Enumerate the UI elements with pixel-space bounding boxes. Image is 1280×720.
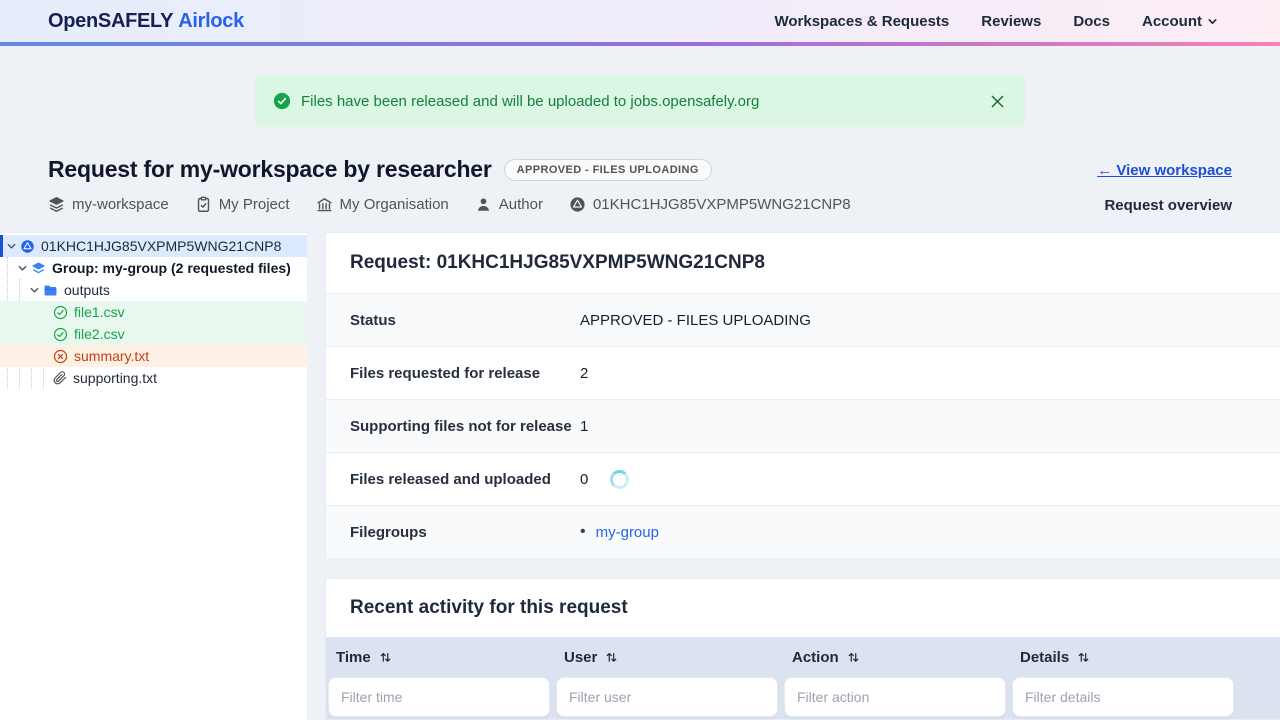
- group-layers-icon: [31, 261, 46, 276]
- tree-item-group-my-group[interactable]: Group: my-group (2 requested files): [0, 257, 307, 279]
- header-gradient-border: [0, 42, 1280, 46]
- filter-details-input[interactable]: [1012, 677, 1234, 717]
- paperclip-icon: [53, 371, 67, 385]
- meta-request-id: 01KHC1HJG85VXPMP5WNG21CNP8: [569, 196, 851, 213]
- activity-heading: Recent activity for this request: [350, 597, 628, 618]
- files-released-value: 0: [580, 470, 589, 488]
- meta-project: My Project: [195, 196, 290, 213]
- airlock-request-icon: [20, 239, 35, 254]
- tree-item-label: outputs: [64, 282, 110, 298]
- column-header-user[interactable]: User: [556, 649, 784, 666]
- user-icon: [475, 196, 492, 213]
- nav-reviews[interactable]: Reviews: [981, 13, 1041, 30]
- chevron-down-icon[interactable]: [29, 285, 40, 296]
- column-header-time[interactable]: Time: [328, 649, 556, 666]
- nav-workspaces-requests[interactable]: Workspaces & Requests: [774, 13, 949, 30]
- page-title: Request for my-workspace by researcher: [48, 156, 492, 182]
- filter-action-input[interactable]: [784, 677, 1006, 717]
- airlock-request-icon: [569, 196, 586, 213]
- success-check-icon: [273, 92, 291, 110]
- recent-activity-panel: Recent activity for this request Time Us…: [325, 578, 1280, 720]
- detail-row-supporting-files: Supporting files not for release 1: [326, 399, 1280, 452]
- request-overview-label: Request overview: [1104, 197, 1232, 214]
- file-tree-sidebar: 01KHC1HJG85VXPMP5WNG21CNP8 Group: my-gro…: [0, 232, 307, 720]
- nav-account-menu[interactable]: Account: [1142, 13, 1218, 30]
- nav-docs[interactable]: Docs: [1073, 13, 1110, 30]
- meta-workspace: my-workspace: [48, 196, 169, 213]
- tree-item-request-root[interactable]: 01KHC1HJG85VXPMP5WNG21CNP8: [0, 235, 307, 257]
- layers-icon: [48, 196, 65, 213]
- list-bullet: •: [580, 523, 586, 540]
- column-header-details[interactable]: Details: [1012, 649, 1240, 666]
- request-details-panel: Request: 01KHC1HJG85VXPMP5WNG21CNP8 Stat…: [325, 232, 1280, 558]
- meta-organisation: My Organisation: [316, 196, 449, 213]
- main-nav: Workspaces & Requests Reviews Docs Accou…: [774, 13, 1218, 30]
- logo-primary: OpenSAFELY: [48, 9, 174, 32]
- chevron-down-icon[interactable]: [6, 241, 17, 252]
- chevron-down-icon: [1207, 16, 1218, 27]
- top-navigation-bar: OpenSAFELY Airlock Workspaces & Requests …: [0, 0, 1280, 46]
- tree-item-label: supporting.txt: [73, 370, 158, 386]
- app-logo[interactable]: OpenSAFELY Airlock: [48, 10, 244, 33]
- sort-arrows-icon: [379, 650, 392, 664]
- tree-item-label: 01KHC1HJG85VXPMP5WNG21CNP8: [41, 238, 282, 254]
- tree-item-label: summary.txt: [74, 348, 150, 364]
- folder-icon: [43, 283, 58, 298]
- sort-arrows-icon: [1077, 650, 1090, 664]
- tree-item-label: file1.csv: [74, 304, 125, 320]
- check-circle-icon: [53, 305, 68, 320]
- x-circle-icon: [53, 349, 68, 364]
- supporting-files-value: 1: [580, 417, 589, 435]
- airlock-request-page: OpenSAFELY Airlock Workspaces & Requests …: [0, 0, 1280, 720]
- close-icon[interactable]: [988, 92, 1007, 111]
- tree-item-label: file2.csv: [74, 326, 125, 342]
- clipboard-icon: [195, 196, 212, 213]
- tree-item-supporting-txt[interactable]: supporting.txt: [0, 367, 307, 389]
- filter-user-input[interactable]: [556, 677, 778, 717]
- meta-author: Author: [475, 196, 543, 213]
- status-value: APPROVED - FILES UPLOADING: [580, 311, 811, 329]
- filegroup-link-my-group[interactable]: my-group: [596, 524, 659, 541]
- filter-time-input[interactable]: [328, 677, 550, 717]
- tree-item-file2-csv[interactable]: file2.csv: [0, 323, 307, 345]
- status-badge: APPROVED - FILES UPLOADING: [503, 158, 712, 181]
- file-tree: 01KHC1HJG85VXPMP5WNG21CNP8 Group: my-gro…: [0, 233, 307, 389]
- detail-row-files-requested: Files requested for release 2: [326, 346, 1280, 399]
- request-meta: my-workspace My Project My Organisation …: [48, 196, 851, 213]
- organisation-icon: [316, 196, 333, 213]
- detail-row-files-released: Files released and uploaded 0: [326, 452, 1280, 505]
- sort-arrows-icon: [605, 650, 618, 664]
- check-circle-icon: [53, 327, 68, 342]
- detail-row-filegroups: Filegroups • my-group: [326, 505, 1280, 558]
- detail-row-status: Status APPROVED - FILES UPLOADING: [326, 293, 1280, 346]
- success-alert: Files have been released and will be upl…: [255, 75, 1025, 127]
- column-header-action[interactable]: Action: [784, 649, 1012, 666]
- view-workspace-link[interactable]: ← View workspace: [1097, 162, 1232, 179]
- tree-item-summary-txt[interactable]: summary.txt: [0, 345, 307, 367]
- alert-message: Files have been released and will be upl…: [301, 92, 760, 110]
- files-requested-value: 2: [580, 364, 589, 382]
- logo-secondary: Airlock: [178, 9, 244, 32]
- tree-item-label: Group: my-group (2 requested files): [52, 260, 291, 276]
- chevron-down-icon[interactable]: [17, 263, 28, 274]
- tree-item-folder-outputs[interactable]: outputs: [0, 279, 307, 301]
- sort-arrows-icon: [847, 650, 860, 664]
- request-panel-heading: Request: 01KHC1HJG85VXPMP5WNG21CNP8: [350, 252, 765, 273]
- activity-table-header: Time User Action Details Filter time Fil…: [326, 637, 1280, 719]
- upload-spinner: [610, 469, 630, 489]
- tree-item-file1-csv[interactable]: file1.csv: [0, 301, 307, 323]
